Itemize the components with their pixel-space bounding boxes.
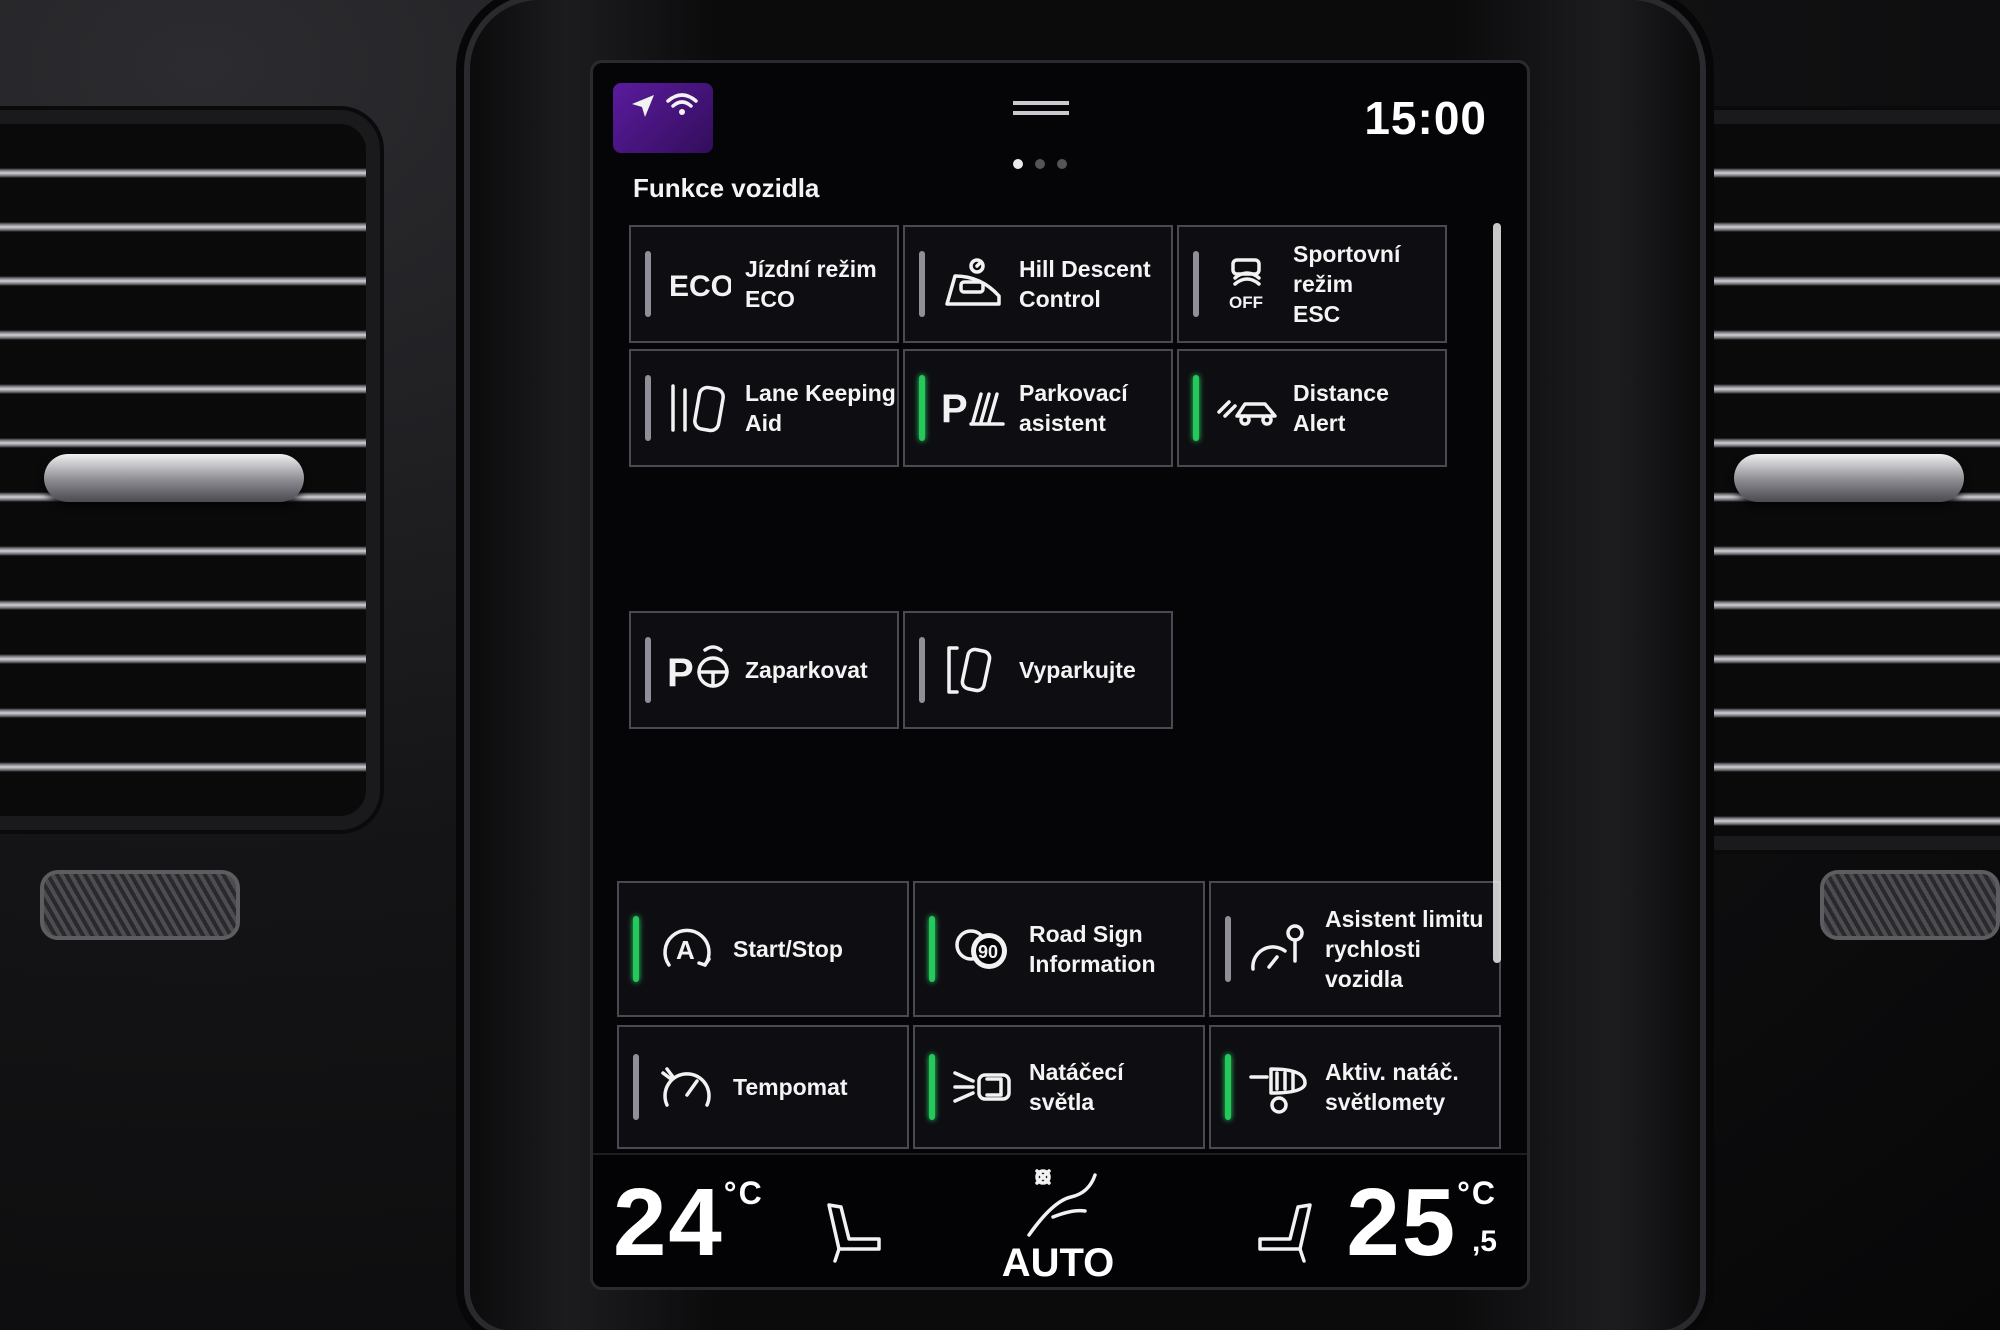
right-vent-wheel[interactable]: [1820, 870, 2000, 940]
left-vent-wheel[interactable]: [40, 870, 240, 940]
tile-active-headlights[interactable]: Aktiv. natáč. světlomety: [1209, 1025, 1501, 1149]
svg-text:P: P: [941, 387, 968, 431]
tile-label: Natáčecí světla: [1029, 1059, 1124, 1115]
road-sign-icon: 90: [947, 918, 1019, 980]
status-indicator: [1225, 916, 1231, 982]
esc-off-icon: OFF: [1211, 253, 1283, 315]
climate-bar: 24°C AUTO 25°C ,5: [593, 1153, 1527, 1287]
driver-temperature[interactable]: 24°C: [613, 1173, 764, 1273]
tile-park-in[interactable]: P Zaparkovat: [629, 611, 899, 729]
tile-lane-keeping[interactable]: Lane Keeping Aid: [629, 349, 899, 467]
page-dot: [1035, 159, 1045, 169]
tile-label: Road Sign Information: [1029, 921, 1156, 977]
tile-label: Start/Stop: [733, 936, 843, 962]
status-indicator: [919, 375, 925, 441]
status-indicator: [645, 375, 651, 441]
status-indicator: [645, 251, 651, 317]
tile-road-sign-info[interactable]: 90 Road Sign Information: [913, 881, 1205, 1017]
right-air-vent: [1660, 110, 2000, 850]
status-indicator: [1193, 375, 1199, 441]
passenger-seat-heat-icon[interactable]: [1248, 1195, 1324, 1271]
speed-limiter-icon: [1243, 918, 1315, 980]
fan-icon[interactable]: [1013, 1161, 1103, 1241]
center-display: 15:00 Funkce vozidla ECO Jízdní režim EC…: [590, 60, 1530, 1290]
passenger-temp-value: 25: [1346, 1169, 1458, 1276]
tile-speed-limiter[interactable]: Asistent limitu rychlosti vozidla: [1209, 881, 1501, 1017]
tile-eco-mode[interactable]: ECO Jízdní režim ECO: [629, 225, 899, 343]
tile-label: Vyparkujte: [1019, 657, 1136, 683]
tile-label: Zaparkovat: [745, 657, 868, 683]
passenger-temp-decimal: ,5: [1471, 1225, 1497, 1258]
page-dot: [1057, 159, 1067, 169]
tile-hill-descent[interactable]: Hill Descent Control: [903, 225, 1173, 343]
navigation-arrow-icon: [632, 95, 654, 117]
active-headlights-icon: [1243, 1056, 1315, 1118]
driver-temp-unit: °C: [723, 1175, 764, 1211]
svg-text:P: P: [667, 651, 694, 695]
left-air-vent: [0, 110, 380, 830]
page-dot: [1013, 159, 1023, 169]
driver-seat-heat-icon[interactable]: [815, 1195, 891, 1271]
tile-sport-esc[interactable]: OFF Sportovní režim ESC: [1177, 225, 1447, 343]
tile-start-stop[interactable]: A Start/Stop: [617, 881, 909, 1017]
hill-descent-icon: [937, 253, 1009, 315]
status-indicator: [633, 916, 639, 982]
bending-lights-icon: [947, 1056, 1019, 1118]
right-vent-knob[interactable]: [1734, 454, 1964, 502]
status-indicator: [645, 637, 651, 703]
tile-label: Sportovní režim ESC: [1293, 241, 1401, 327]
status-bar[interactable]: 15:00: [593, 63, 1527, 153]
park-assist-icon: P: [937, 377, 1009, 439]
wifi-icon: [666, 93, 698, 115]
status-indicator: [1193, 251, 1199, 317]
tile-label: Tempomat: [733, 1074, 848, 1100]
tile-label: Jízdní režim ECO: [745, 256, 877, 312]
tile-label: Lane Keeping Aid: [745, 380, 896, 436]
left-vent-knob[interactable]: [44, 454, 304, 502]
start-stop-icon: A: [651, 918, 723, 980]
cruise-control-icon: [651, 1056, 723, 1118]
tile-label: Asistent limitu rychlosti vozidla: [1325, 906, 1484, 992]
pulldown-handle[interactable]: [1013, 101, 1069, 115]
tile-label: Parkovací asistent: [1019, 380, 1128, 436]
tile-label: Aktiv. natáč. světlomety: [1325, 1059, 1459, 1115]
park-in-icon: P: [663, 639, 735, 701]
park-out-icon: [937, 639, 1009, 701]
scrollbar[interactable]: [1493, 223, 1501, 963]
driver-temp-value: 24: [613, 1169, 724, 1276]
distance-alert-icon: [1211, 377, 1283, 439]
svg-text:ECO: ECO: [669, 270, 731, 303]
eco-text-icon: ECO: [663, 253, 735, 315]
status-indicator: [919, 251, 925, 317]
page-indicator: [1013, 159, 1067, 169]
clock: 15:00: [1364, 92, 1487, 144]
tile-park-out[interactable]: Vyparkujte: [903, 611, 1173, 729]
passenger-temp-unit: °C: [1457, 1175, 1497, 1211]
tile-distance-alert[interactable]: Distance Alert: [1177, 349, 1447, 467]
svg-text:OFF: OFF: [1229, 293, 1263, 312]
status-indicator: [1225, 1054, 1231, 1120]
tile-bending-lights[interactable]: Natáčecí světla: [913, 1025, 1205, 1149]
section-title: Funkce vozidla: [633, 173, 820, 203]
lane-keeping-icon: [663, 377, 735, 439]
status-indicator: [929, 1054, 935, 1120]
tile-label: Distance Alert: [1293, 380, 1389, 436]
svg-text:90: 90: [978, 942, 998, 962]
status-indicator: [929, 916, 935, 982]
svg-text:A: A: [676, 935, 695, 965]
status-indicator: [633, 1054, 639, 1120]
fan-auto-button[interactable]: AUTO: [998, 1241, 1118, 1286]
tile-label: Hill Descent Control: [1019, 256, 1151, 312]
tile-park-assist[interactable]: P Parkovací asistent: [903, 349, 1173, 467]
tile-cruise-control[interactable]: Tempomat: [617, 1025, 909, 1149]
status-indicator: [919, 637, 925, 703]
